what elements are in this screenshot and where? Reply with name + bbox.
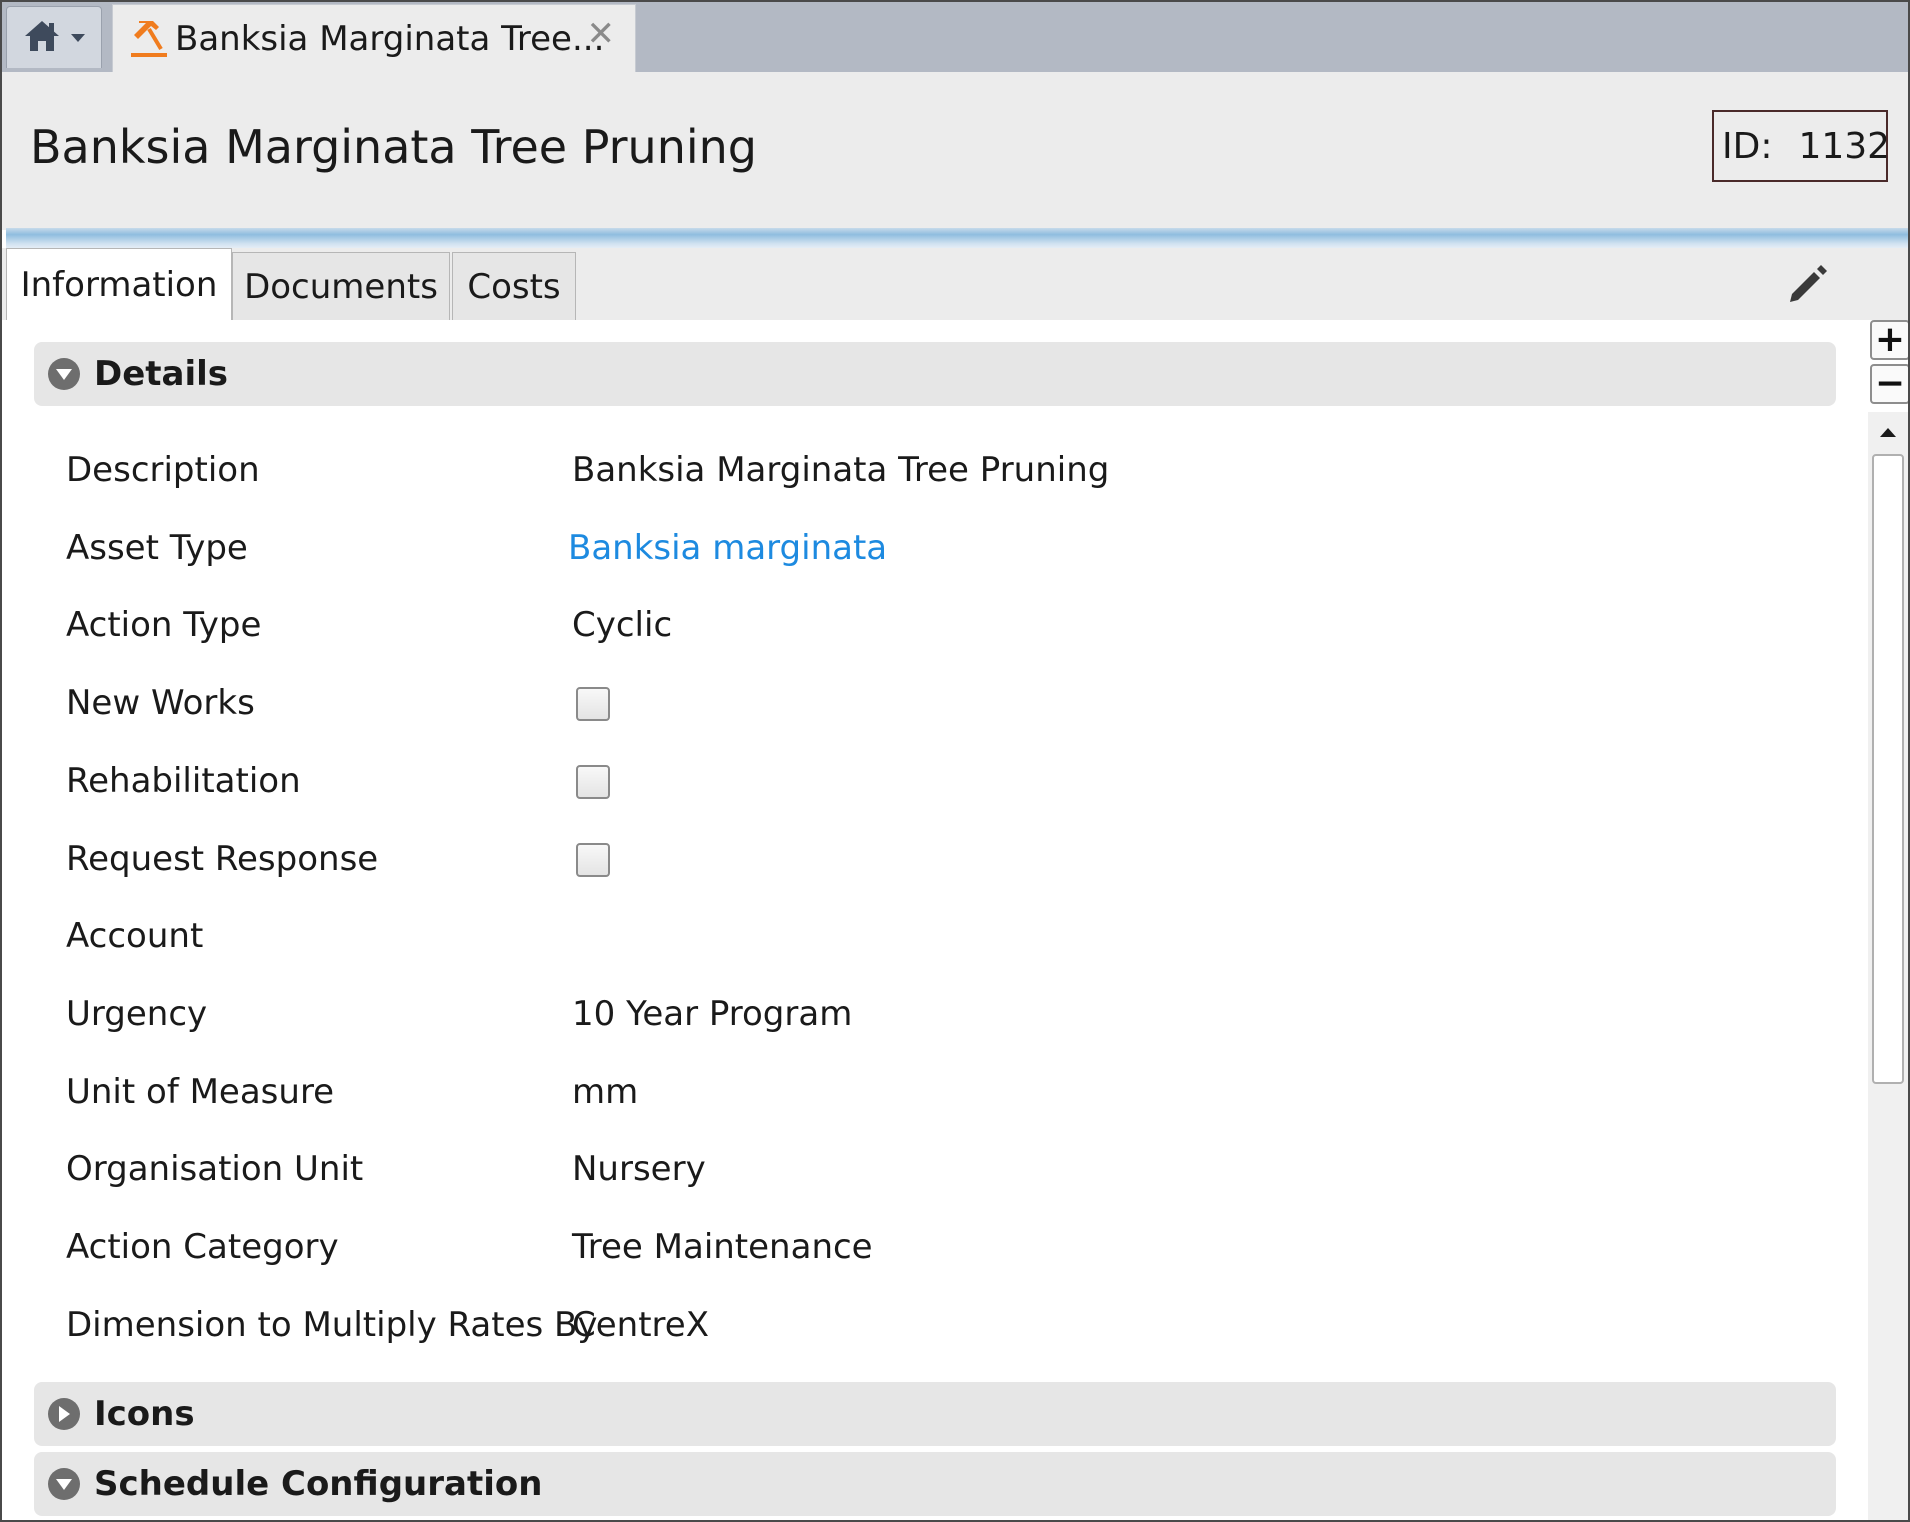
collapse-toggle-icon (48, 1468, 80, 1500)
field-label: Urgency (66, 994, 208, 1034)
home-menu-button[interactable] (6, 6, 102, 68)
header-divider (6, 228, 1908, 250)
document-tab-title: Banksia Marginata Tree... (175, 18, 605, 59)
field-value: Banksia Marginata Tree Pruning (572, 450, 1110, 490)
id-value: 1132 (1798, 125, 1891, 167)
id-badge: ID: 1132 (1712, 110, 1891, 182)
field-value: CentreX (572, 1305, 709, 1345)
field-value: Nursery (572, 1149, 706, 1189)
field-value: mm (572, 1072, 639, 1112)
tab-bar: Information Documents Costs (2, 248, 1908, 320)
field-row-urgency: Urgency 10 Year Program (2, 984, 1802, 1048)
id-label: ID: (1722, 125, 1773, 167)
rehabilitation-checkbox[interactable] (576, 765, 610, 799)
collapse-toggle-icon (48, 358, 80, 390)
app-window: Banksia Marginata Tree... ✕ Banksia Marg… (0, 0, 1910, 1522)
field-row-account: Account (2, 906, 1802, 970)
chevron-down-icon (70, 28, 86, 47)
field-row-action-category: Action Category Tree Maintenance (2, 1217, 1802, 1281)
field-row-unit-of-measure: Unit of Measure mm (2, 1062, 1802, 1126)
section-schedule-title: Schedule Configuration (94, 1464, 543, 1504)
field-label: Unit of Measure (66, 1072, 335, 1112)
tab-information[interactable]: Information (6, 248, 232, 320)
field-label: Request Response (66, 839, 379, 879)
field-row-request-response: Request Response (2, 829, 1802, 893)
section-icons-title: Icons (94, 1394, 195, 1434)
page-header: Banksia Marginata Tree Pruning ID: 1132 (2, 72, 1908, 230)
home-icon (22, 18, 62, 58)
page-title: Banksia Marginata Tree Pruning (30, 120, 757, 174)
field-row-organisation-unit: Organisation Unit Nursery (2, 1139, 1802, 1203)
document-tab-strip: Banksia Marginata Tree... ✕ (2, 2, 1908, 72)
section-details-header[interactable]: Details (34, 342, 1836, 406)
scrollbar-thumb[interactable] (1872, 454, 1904, 1084)
field-row-action-type: Action Type Cyclic (2, 595, 1802, 659)
field-label: Rehabilitation (66, 761, 301, 801)
field-label: Dimension to Multiply Rates By (66, 1305, 598, 1345)
section-schedule-header[interactable]: Schedule Configuration (34, 1452, 1836, 1516)
close-icon[interactable]: ✕ (587, 17, 616, 51)
field-row-new-works: New Works (2, 673, 1802, 737)
tab-documents[interactable]: Documents (232, 252, 450, 320)
hammer-icon (129, 17, 169, 61)
edit-pencil-icon[interactable] (1782, 258, 1834, 310)
tab-costs[interactable]: Costs (452, 252, 576, 320)
field-row-rehabilitation: Rehabilitation (2, 751, 1802, 815)
field-value: Cyclic (572, 605, 673, 645)
field-row-dimension: Dimension to Multiply Rates By CentreX (2, 1295, 1802, 1359)
section-details-title: Details (94, 354, 229, 394)
field-label: New Works (66, 683, 255, 723)
new-works-checkbox[interactable] (576, 687, 610, 721)
field-label: Organisation Unit (66, 1149, 364, 1189)
field-row-asset-type: Asset Type Banksia marginata (2, 518, 1802, 582)
field-value: 10 Year Program (572, 994, 853, 1034)
field-value: Tree Maintenance (572, 1227, 873, 1267)
document-tab[interactable]: Banksia Marginata Tree... ✕ (112, 4, 636, 72)
vertical-scrollbar[interactable] (1868, 412, 1908, 1520)
field-label: Account (66, 916, 204, 956)
section-icons-header[interactable]: Icons (34, 1382, 1836, 1446)
field-label: Action Type (66, 605, 262, 645)
request-response-checkbox[interactable] (576, 843, 610, 877)
field-label: Action Category (66, 1227, 339, 1267)
field-label: Asset Type (66, 528, 248, 568)
field-row-description: Description Banksia Marginata Tree Pruni… (2, 440, 1802, 504)
zoom-out-button[interactable]: − (1870, 364, 1908, 404)
zoom-in-button[interactable]: + (1870, 320, 1908, 360)
asset-type-link[interactable]: Banksia marginata (568, 528, 887, 568)
expand-toggle-icon (48, 1398, 80, 1430)
scroll-up-icon[interactable] (1868, 412, 1908, 452)
field-label: Description (66, 450, 260, 490)
information-panel: Details Description Banksia Marginata Tr… (2, 320, 1868, 1520)
